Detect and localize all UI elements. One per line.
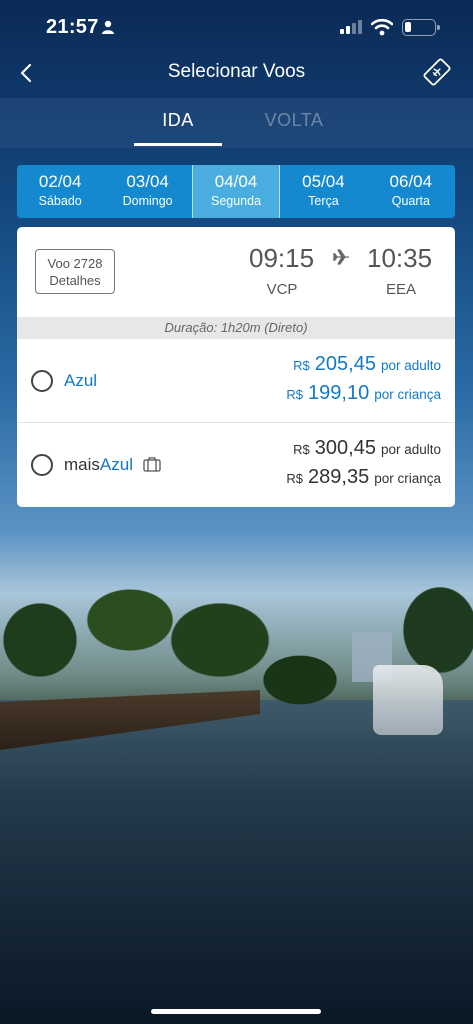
arrival-airport: EEA	[385, 281, 416, 298]
adult-price-row: R$ 300,45 por adulto	[286, 437, 441, 466]
date-option-selected[interactable]: 04/04 Segunda	[191, 165, 281, 218]
tab-volta[interactable]: VOLTA	[250, 110, 338, 131]
date-weekday: Terça	[308, 194, 339, 208]
fare-option-azul[interactable]: Azul R$ 205,45 por adulto R$ 199,10 por …	[17, 339, 455, 423]
adult-price: 205,45	[314, 353, 376, 375]
date-value: 04/04	[214, 172, 258, 191]
airplane-icon	[332, 249, 349, 265]
date-value: 03/04	[126, 172, 169, 191]
date-weekday: Sábado	[38, 194, 82, 208]
price-unit-label: por adulto	[380, 358, 441, 373]
currency-symbol: R$	[293, 358, 310, 373]
cellular-signal-icon	[340, 20, 362, 34]
trip-tabs: IDA VOLTA	[0, 98, 473, 148]
arrival-time: 10:35	[367, 243, 433, 273]
tab-ida[interactable]: IDA	[134, 110, 222, 131]
date-option[interactable]: 03/04 Domingo	[104, 165, 191, 218]
adult-price: 300,45	[314, 437, 376, 459]
fare-name: maisAzul	[64, 455, 133, 475]
flight-number: Voo 2728	[47, 256, 103, 271]
child-price-row: R$ 289,35 por criança	[286, 466, 441, 495]
price-unit-label: por adulto	[380, 442, 441, 457]
radio-button[interactable]	[31, 370, 53, 392]
fare-name-suffix: Azul	[99, 455, 133, 474]
date-value: 06/04	[389, 172, 433, 191]
price-unit-label: por criança	[374, 387, 441, 402]
home-indicator[interactable]	[151, 1009, 321, 1014]
departure-time: 09:15	[249, 243, 315, 273]
fare-option-mais-azul[interactable]: maisAzul R$ 300,45 por adulto R$ 289,35 …	[17, 423, 455, 507]
person-icon	[102, 20, 114, 34]
date-option[interactable]: 05/04 Terça	[280, 165, 367, 218]
currency-symbol: R$	[286, 387, 304, 402]
status-time: 21:57	[46, 16, 99, 38]
child-price-row: R$ 199,10 por criança	[286, 382, 441, 411]
child-price: 289,35	[308, 466, 370, 488]
water	[0, 700, 473, 1024]
child-price: 199,10	[308, 382, 370, 404]
status-bar: 21:57	[0, 0, 473, 52]
wifi-icon	[371, 18, 393, 36]
flight-header: Voo 2728 Detalhes 09:15 10:35 VCP EEA	[17, 227, 455, 317]
active-tab-indicator	[134, 143, 222, 146]
date-selector: 02/04 Sábado 03/04 Domingo 04/04 Segunda…	[17, 165, 455, 218]
departure-airport: VCP	[266, 281, 298, 298]
navigation-bar: Selecionar Voos	[0, 52, 473, 98]
date-weekday: Quarta	[391, 194, 430, 208]
radio-button[interactable]	[31, 454, 53, 476]
background-photo	[0, 0, 473, 1024]
details-label: Detalhes	[49, 273, 101, 288]
luggage-icon	[143, 457, 161, 472]
page-title: Selecionar Voos	[167, 61, 306, 82]
currency-symbol: R$	[286, 471, 304, 486]
fare-prices: R$ 300,45 por adulto R$ 289,35 por crian…	[286, 437, 441, 495]
flight-card: Voo 2728 Detalhes 09:15 10:35 VCP EEA Du…	[17, 227, 455, 507]
date-weekday: Segunda	[210, 194, 262, 208]
flight-details-button[interactable]: Voo 2728 Detalhes	[35, 249, 115, 294]
battery-icon	[402, 19, 440, 36]
date-weekday: Domingo	[122, 194, 173, 208]
fare-name: Azul	[64, 371, 98, 390]
date-option[interactable]: 02/04 Sábado	[17, 165, 104, 218]
fare-name-prefix: mais	[64, 455, 100, 474]
fare-prices: R$ 205,45 por adulto R$ 199,10 por crian…	[286, 353, 441, 411]
date-value: 02/04	[38, 172, 82, 191]
adult-price-row: R$ 205,45 por adulto	[286, 353, 441, 382]
date-value: 05/04	[302, 172, 345, 191]
yacht	[373, 665, 443, 735]
currency-symbol: R$	[293, 442, 310, 457]
flight-duration: Duração: 1h20m (Direto)	[17, 317, 455, 339]
boarding-pass-icon[interactable]	[421, 56, 453, 88]
date-option[interactable]: 06/04 Quarta	[368, 165, 455, 218]
price-unit-label: por criança	[374, 471, 441, 486]
